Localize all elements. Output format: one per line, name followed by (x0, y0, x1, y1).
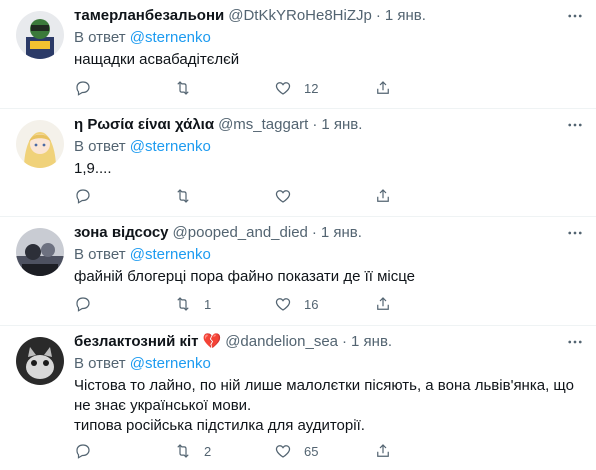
reply-icon (76, 444, 90, 459)
timestamp[interactable]: 1 янв. (321, 223, 362, 243)
share-button[interactable] (374, 187, 474, 205)
share-button[interactable] (374, 79, 474, 97)
tweet[interactable]: безлактозний кіт 💔 @dandelion_sea · 1 ян… (0, 326, 596, 470)
mention-link[interactable]: @sternenko (130, 355, 211, 372)
share-icon (377, 189, 389, 202)
reply-button[interactable] (74, 79, 174, 97)
tweet-text: файній блогерці пора файно показати де ї… (74, 268, 416, 285)
like-button[interactable] (274, 187, 374, 205)
like-count: 65 (304, 443, 319, 459)
retweet-icon (177, 297, 189, 311)
like-button[interactable]: 12 (274, 79, 374, 97)
like-button[interactable]: 16 (274, 295, 374, 313)
like-icon (275, 445, 291, 458)
mention-link[interactable]: @sternenko (130, 246, 211, 263)
user-handle[interactable]: @dandelion_sea (225, 332, 338, 352)
reply-context: В ответ @sternenko (74, 245, 580, 265)
user-handle[interactable]: @DtKkYRoHe8HiZJp (228, 6, 372, 26)
more-icon[interactable] (564, 332, 586, 352)
share-icon (377, 444, 389, 457)
display-name[interactable]: η Ρωσία είναι χάλια (74, 115, 214, 135)
tweet[interactable]: η Ρωσία είναι χάλια @ms_taggart · 1 янв.… (0, 109, 596, 217)
display-name[interactable]: зона відсосу (74, 223, 169, 243)
user-handle[interactable]: @ms_taggart (218, 115, 308, 135)
tweet-text: Чістова то лайно, по ній лише малолєтки … (74, 377, 574, 434)
share-button[interactable] (374, 442, 474, 460)
retweet-button[interactable]: 2 (174, 442, 274, 460)
reply-prefix: В ответ (74, 355, 126, 372)
timestamp[interactable]: 1 янв. (385, 6, 426, 26)
separator: · (311, 224, 317, 241)
share-icon (377, 297, 389, 310)
reply-context: В ответ @sternenko (74, 137, 580, 157)
avatar[interactable] (16, 337, 64, 385)
retweet-icon (177, 81, 189, 95)
tweet-actions: 12 (74, 79, 474, 97)
retweet-count: 1 (204, 296, 212, 312)
tweet-actions: 2 65 (74, 442, 474, 460)
broken-heart-emoji: 💔 (202, 333, 222, 350)
retweet-icon (177, 444, 189, 458)
reply-button[interactable] (74, 442, 174, 460)
more-icon[interactable] (564, 223, 586, 243)
reply-prefix: В ответ (74, 138, 126, 155)
display-name[interactable]: тамерланбезальони (74, 6, 224, 26)
timestamp[interactable]: 1 янв. (351, 332, 392, 352)
like-count: 12 (304, 80, 319, 96)
share-button[interactable] (374, 295, 474, 313)
retweet-button[interactable] (174, 79, 274, 97)
reply-button[interactable] (74, 187, 174, 205)
reply-icon (76, 297, 90, 312)
retweet-button[interactable] (174, 187, 274, 205)
reply-icon (76, 189, 90, 204)
timestamp[interactable]: 1 янв. (321, 115, 362, 135)
mention-link[interactable]: @sternenko (130, 29, 211, 46)
tweet-text: 1,9.... (74, 160, 112, 177)
like-icon (275, 190, 291, 203)
avatar[interactable] (16, 228, 64, 276)
reply-context: В ответ @sternenko (74, 28, 580, 48)
separator: · (342, 333, 348, 350)
tweet[interactable]: зона відсосу @pooped_and_died · 1 янв. В… (0, 217, 596, 326)
mention-link[interactable]: @sternenko (130, 138, 211, 155)
user-handle[interactable]: @pooped_and_died (173, 223, 308, 243)
like-icon (275, 298, 291, 311)
like-count: 16 (304, 296, 319, 312)
separator: · (312, 116, 318, 133)
like-button[interactable]: 65 (274, 442, 374, 460)
reply-context: В ответ @sternenko (74, 354, 580, 374)
reply-prefix: В ответ (74, 29, 126, 46)
retweet-icon (177, 189, 189, 203)
retweet-count: 2 (204, 443, 212, 459)
avatar[interactable] (16, 120, 64, 168)
like-icon (275, 82, 291, 95)
tweet-actions (74, 187, 474, 205)
tweet[interactable]: тамерланбезальони @DtKkYRoHe8HiZJp · 1 я… (0, 0, 596, 109)
reply-button[interactable] (74, 295, 174, 313)
retweet-button[interactable]: 1 (174, 295, 274, 313)
share-icon (377, 81, 389, 94)
reply-icon (76, 81, 90, 96)
separator: · (375, 7, 381, 24)
display-name[interactable]: безлактозний кіт (74, 332, 199, 352)
more-icon[interactable] (564, 115, 586, 135)
more-icon[interactable] (564, 6, 586, 26)
tweet-text: нащадки асвабадітєлєй (74, 51, 240, 68)
avatar[interactable] (16, 11, 64, 59)
tweet-actions: 1 16 (74, 295, 474, 313)
reply-prefix: В ответ (74, 246, 126, 263)
